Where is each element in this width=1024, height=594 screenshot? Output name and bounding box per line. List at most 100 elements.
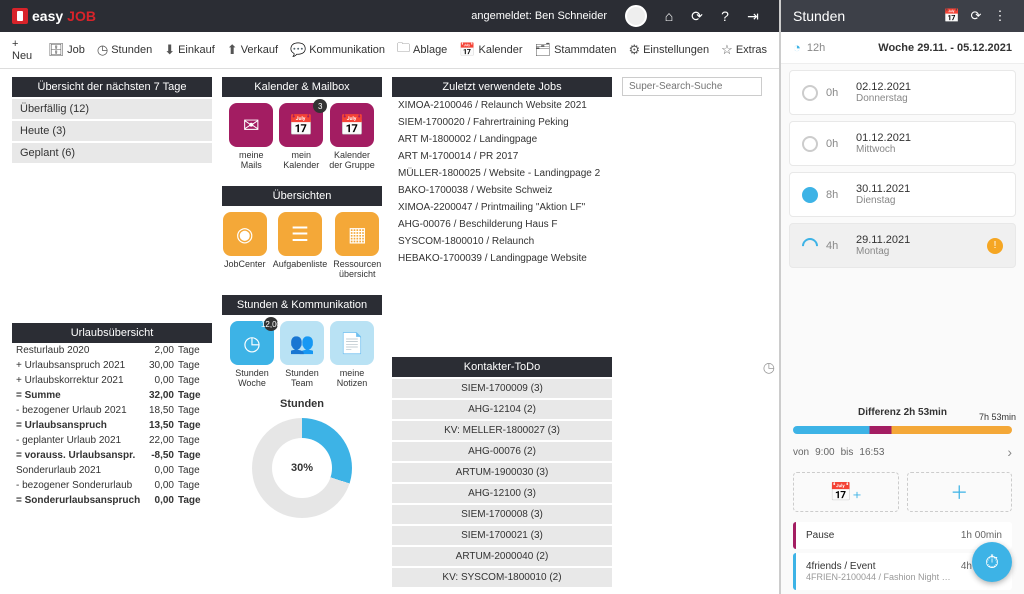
from-time: 9:00: [815, 447, 834, 458]
calmail-item[interactable]: 📅3meinKalender: [279, 103, 323, 170]
stundenkomm-item[interactable]: 📄meineNotizen: [330, 321, 374, 388]
dashboard: Übersicht der nächsten 7 Tage Überfällig…: [0, 69, 779, 594]
timer-fab-button[interactable]: ⏱: [972, 542, 1012, 582]
day-progress-icon: [802, 136, 818, 152]
hours-donut-chart: 30%: [252, 418, 352, 518]
uebersicht-item[interactable]: ☰Aufgabenliste: [273, 212, 328, 279]
time-range-row: von 9:00 bis 16:53 ›: [793, 438, 1012, 466]
to-label: bis: [841, 447, 854, 458]
todo-row[interactable]: ARTUM-1900030 (3): [392, 463, 612, 482]
vacation-row: - bezogener Sonderurlaub0,00Tage: [12, 478, 212, 493]
vacation-row: = Summe32,00Tage: [12, 388, 212, 403]
super-search-input[interactable]: [622, 77, 762, 96]
menu-stunden[interactable]: ◷Stunden: [97, 42, 152, 58]
data-icon: 🗂: [535, 42, 552, 58]
panel-kontakter-todo: Kontakter-ToDo SIEM-1700009 (3) AHG-12104…: [392, 357, 612, 587]
chart-title: Stunden: [222, 398, 382, 410]
sidebar-toggle-icon[interactable]: ◷: [763, 359, 775, 376]
vacation-row: - bezogener Urlaub 202118,50Tage: [12, 403, 212, 418]
overview-row[interactable]: Überfällig (12): [12, 99, 212, 119]
day-card[interactable]: 8h30.11.2021Dienstag: [789, 172, 1016, 217]
logged-in-label: angemeldet: Ben Schneider: [471, 10, 607, 22]
todo-row[interactable]: SIEM-1700009 (3): [392, 379, 612, 398]
refresh-icon[interactable]: ⟳: [964, 8, 988, 24]
to-time: 16:53: [859, 447, 884, 458]
menu-einstellungen[interactable]: ⚙Einstellungen: [628, 42, 709, 58]
menubar: + Neu 🗄Job ◷Stunden ⬇Einkauf ⬆Verkauf 💬K…: [0, 32, 779, 69]
todo-row[interactable]: SIEM-1700008 (3): [392, 505, 612, 524]
vacation-row: Resturlaub 20202,00Tage: [12, 343, 212, 358]
help-icon[interactable]: ?: [711, 8, 739, 24]
todo-row[interactable]: KV: SYSCOM-1800010 (2): [392, 568, 612, 587]
calendar-icon: 📅: [459, 42, 475, 58]
vacation-row: = Urlaubsanspruch13,50Tage: [12, 418, 212, 433]
chat-icon: 💬: [290, 42, 306, 58]
more-icon[interactable]: ⋮: [988, 8, 1012, 24]
add-entry-button[interactable]: ＋: [907, 472, 1013, 512]
overview-row[interactable]: Geplant (6): [12, 143, 212, 163]
day-card[interactable]: 4h29.11.2021Montag!: [789, 223, 1016, 268]
uebersicht-item[interactable]: ◉JobCenter: [223, 212, 267, 279]
calmail-item[interactable]: ✉meineMails: [229, 103, 273, 170]
menu-kommunikation[interactable]: 💬Kommunikation: [290, 42, 385, 58]
recent-job-row[interactable]: XIMOA-2200047 / Printmailing "Aktion LF": [392, 199, 612, 216]
menu-job[interactable]: 🗄Job: [48, 42, 85, 58]
todo-row[interactable]: KV: MELLER-1800027 (3): [392, 421, 612, 440]
avatar[interactable]: [625, 5, 647, 27]
add-calendar-entry-button[interactable]: 📅₊: [793, 472, 899, 512]
todo-row[interactable]: AHG-00076 (2): [392, 442, 612, 461]
briefcase-icon: 🗄: [48, 42, 65, 58]
recent-job-row[interactable]: MÜLLER-1800025 / Website - Landingpage 2: [392, 165, 612, 182]
logo-text-job: JOB: [67, 8, 96, 24]
todo-row[interactable]: AHG-12100 (3): [392, 484, 612, 503]
uebersicht-item[interactable]: ▦Ressourcenübersicht: [333, 212, 381, 279]
panel-overview-7days: Übersicht der nächsten 7 Tage Überfällig…: [12, 77, 212, 163]
menu-extras[interactable]: ☆Extras: [721, 42, 767, 58]
calmail-item[interactable]: 📅Kalenderder Gruppe: [329, 103, 375, 170]
refresh-icon[interactable]: ⟳: [683, 8, 711, 25]
day-card[interactable]: 0h02.12.2021Donnerstag: [789, 70, 1016, 115]
panel-stunden-kommunikation: Stunden & Kommunikation ◷12,00StundenWoc…: [222, 295, 382, 518]
recent-job-row[interactable]: AHG-00076 / Beschilderung Haus F: [392, 216, 612, 233]
panel-vacation: Urlaubsübersicht Resturlaub 20202,00Tage…: [12, 323, 212, 508]
todo-row[interactable]: SIEM-1700021 (3): [392, 526, 612, 545]
panel-title: Kontakter-ToDo: [392, 357, 612, 377]
menu-kalender[interactable]: 📅Kalender: [459, 42, 522, 58]
expand-icon[interactable]: ›: [1007, 444, 1012, 460]
progress-arc-icon: ◔: [793, 40, 801, 55]
stundenkomm-item[interactable]: ◷12,00StundenWoche: [230, 321, 274, 388]
home-icon[interactable]: ⌂: [655, 8, 683, 24]
day-progress-icon: [802, 187, 818, 203]
menu-einkauf[interactable]: ⬇Einkauf: [164, 42, 215, 58]
logout-icon[interactable]: ⇥: [739, 8, 767, 25]
recent-job-row[interactable]: HEBAKO-1700039 / Landingpage Website: [392, 250, 612, 267]
recent-job-row[interactable]: ART M-1700014 / PR 2017: [392, 148, 612, 165]
calendar-picker-icon[interactable]: 📅: [940, 8, 964, 24]
gear-icon: ⚙: [628, 42, 640, 58]
week-range: Woche 29.11. - 05.12.2021: [825, 42, 1012, 54]
recent-job-row[interactable]: SYSCOM-1800010 / Relaunch: [392, 233, 612, 250]
vacation-row: + Urlaubskorrektur 20210,00Tage: [12, 373, 212, 388]
panel-title: Urlaubsübersicht: [12, 323, 212, 343]
overview-row[interactable]: Heute (3): [12, 121, 212, 141]
vacation-row: + Urlaubsanspruch 202130,00Tage: [12, 358, 212, 373]
day-card[interactable]: 0h01.12.2021Mittwoch: [789, 121, 1016, 166]
recent-job-row[interactable]: XIMOA-2100046 / Relaunch Website 2021: [392, 97, 612, 114]
vacation-row: - geplanter Urlaub 202122,00Tage: [12, 433, 212, 448]
menu-stammdaten[interactable]: 🗂Stammdaten: [535, 42, 617, 58]
topbar: easyJOB angemeldet: Ben Schneider ⌂ ⟳ ? …: [0, 0, 779, 32]
vacation-row: Sonderurlaub 20210,00Tage: [12, 463, 212, 478]
recent-job-row[interactable]: SIEM-1700020 / Fahrertraining Peking: [392, 114, 612, 131]
from-label: von: [793, 447, 809, 458]
menu-ablage[interactable]: 🗀Ablage: [397, 39, 447, 61]
logo: easyJOB: [12, 8, 96, 24]
panel-title: Zuletzt verwendete Jobs: [392, 77, 612, 97]
todo-row[interactable]: ARTUM-2000040 (2): [392, 547, 612, 566]
stundenkomm-item[interactable]: 👥StundenTeam: [280, 321, 324, 388]
recent-job-row[interactable]: BAKO-1700038 / Website Schweiz: [392, 182, 612, 199]
todo-row[interactable]: AHG-12104 (2): [392, 400, 612, 419]
menu-verkauf[interactable]: ⬆Verkauf: [227, 42, 278, 58]
menu-neu[interactable]: + Neu: [12, 38, 36, 62]
chart-pct: 30%: [291, 462, 313, 474]
recent-job-row[interactable]: ART M-1800002 / Landingpage: [392, 131, 612, 148]
